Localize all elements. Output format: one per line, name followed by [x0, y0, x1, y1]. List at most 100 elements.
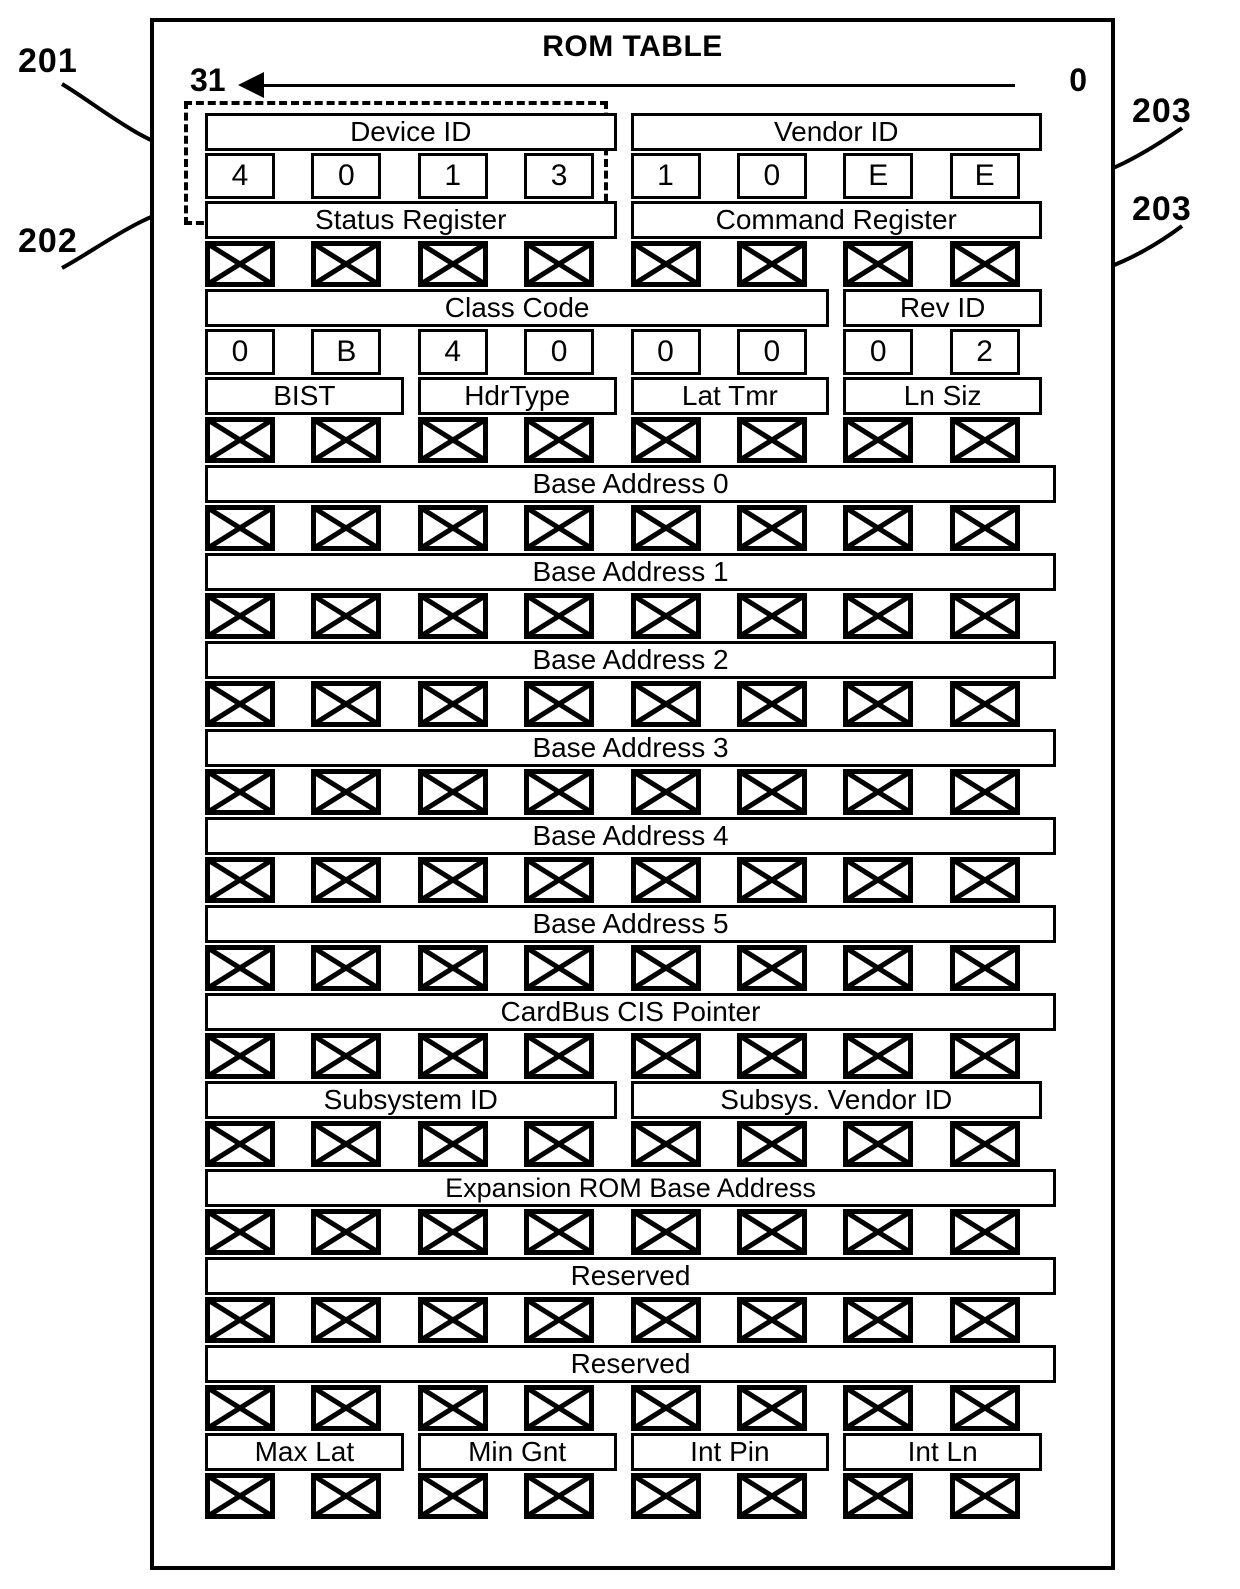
label-row: Class Code Rev ID — [205, 289, 1056, 327]
hex-value-cell: 0 — [524, 329, 595, 375]
crossed-byte-cell — [311, 857, 382, 903]
cell-row — [205, 593, 1056, 639]
label-row: Base Address 3 — [205, 729, 1056, 767]
crossed-byte-cell — [311, 769, 382, 815]
crossed-byte-cell — [205, 417, 275, 463]
crossed-byte-cell — [630, 1033, 701, 1079]
hex-value-cell: 0 — [736, 329, 807, 375]
crossed-byte-cell — [949, 593, 1020, 639]
figure-title: ROM TABLE — [542, 30, 723, 63]
crossed-byte-cell — [630, 1121, 701, 1167]
crossed-byte-cell — [949, 945, 1020, 991]
crossed-byte-cell — [736, 1209, 807, 1255]
cell-row — [205, 241, 1056, 287]
crossed-byte-cell — [736, 945, 807, 991]
label-row: Expansion ROM Base Address — [205, 1169, 1056, 1207]
crossed-byte-cell — [205, 1033, 275, 1079]
hex-value-cell: 0 — [630, 329, 701, 375]
crossed-byte-cell — [949, 769, 1020, 815]
crossed-byte-cell — [417, 505, 488, 551]
cell-row — [205, 1033, 1056, 1079]
crossed-byte-cell — [736, 505, 807, 551]
crossed-byte-cell — [311, 681, 382, 727]
crossed-byte-cell — [524, 505, 595, 551]
ref-label-203-lower: 203 — [1132, 190, 1192, 228]
crossed-byte-cell — [311, 1033, 382, 1079]
crossed-byte-cell — [949, 505, 1020, 551]
cell-row — [205, 769, 1056, 815]
label-row: Reserved — [205, 1345, 1056, 1383]
field-label: HdrType — [417, 377, 617, 415]
field-label: CardBus CIS Pointer — [205, 993, 1056, 1031]
hex-value-cell: 4 — [205, 153, 275, 199]
crossed-byte-cell — [949, 241, 1020, 287]
label-row: Base Address 0 — [205, 465, 1056, 503]
crossed-byte-cell — [311, 1297, 382, 1343]
crossed-byte-cell — [843, 417, 914, 463]
field-label: Lat Tmr — [630, 377, 830, 415]
crossed-byte-cell — [524, 593, 595, 639]
field-label: Ln Siz — [843, 377, 1042, 415]
field-label: Base Address 4 — [205, 817, 1056, 855]
crossed-byte-cell — [205, 945, 275, 991]
crossed-byte-cell — [949, 1473, 1020, 1519]
crossed-byte-cell — [205, 681, 275, 727]
cell-row — [205, 1385, 1056, 1431]
crossed-byte-cell — [736, 417, 807, 463]
crossed-byte-cell — [843, 945, 914, 991]
cell-row — [205, 1121, 1056, 1167]
crossed-byte-cell — [843, 1297, 914, 1343]
crossed-byte-cell — [843, 1473, 914, 1519]
crossed-byte-cell — [949, 1121, 1020, 1167]
crossed-byte-cell — [736, 593, 807, 639]
crossed-byte-cell — [205, 1473, 275, 1519]
cell-row — [205, 681, 1056, 727]
crossed-byte-cell — [417, 1209, 488, 1255]
crossed-byte-cell — [311, 417, 382, 463]
crossed-byte-cell — [417, 1297, 488, 1343]
cell-row: 0B400002 — [205, 329, 1056, 375]
label-row: Base Address 1 — [205, 553, 1056, 591]
field-label: Expansion ROM Base Address — [205, 1169, 1056, 1207]
field-label: Vendor ID — [630, 113, 1042, 151]
crossed-byte-cell — [311, 1209, 382, 1255]
crossed-byte-cell — [949, 857, 1020, 903]
cell-row: 401310EE — [205, 153, 1056, 199]
arrow-left-icon — [238, 72, 264, 98]
crossed-byte-cell — [843, 1209, 914, 1255]
crossed-byte-cell — [205, 857, 275, 903]
hex-value-cell: 1 — [417, 153, 488, 199]
rom-table-grid: Device ID Vendor ID 4 0 1 3 1 0 E E Status Registe… — [205, 113, 1056, 1521]
crossed-byte-cell — [736, 1385, 807, 1431]
crossed-byte-cell — [736, 1473, 807, 1519]
cell-row — [205, 1297, 1056, 1343]
crossed-byte-cell — [630, 945, 701, 991]
crossed-byte-cell — [417, 1033, 488, 1079]
crossed-byte-cell — [736, 1033, 807, 1079]
field-label: Base Address 5 — [205, 905, 1056, 943]
crossed-byte-cell — [524, 1033, 595, 1079]
bit-axis: 31 0 — [150, 62, 1115, 106]
label-row: CardBus CIS Pointer — [205, 993, 1056, 1031]
field-label: Rev ID — [843, 289, 1042, 327]
crossed-byte-cell — [736, 857, 807, 903]
crossed-byte-cell — [736, 1297, 807, 1343]
axis-line — [258, 84, 1015, 87]
crossed-byte-cell — [524, 1473, 595, 1519]
cell-row — [205, 417, 1056, 463]
crossed-byte-cell — [630, 505, 701, 551]
crossed-byte-cell — [843, 1033, 914, 1079]
hex-value-cell: 3 — [524, 153, 595, 199]
field-label: Max Lat — [205, 1433, 404, 1471]
ref-label-202: 202 — [18, 222, 78, 260]
crossed-byte-cell — [524, 769, 595, 815]
cell-row — [205, 505, 1056, 551]
crossed-byte-cell — [417, 417, 488, 463]
field-label: Base Address 3 — [205, 729, 1056, 767]
label-row: Base Address 5 — [205, 905, 1056, 943]
crossed-byte-cell — [205, 769, 275, 815]
crossed-byte-cell — [736, 681, 807, 727]
field-label: Reserved — [205, 1345, 1056, 1383]
crossed-byte-cell — [843, 1121, 914, 1167]
hex-value-cell: E — [949, 153, 1020, 199]
